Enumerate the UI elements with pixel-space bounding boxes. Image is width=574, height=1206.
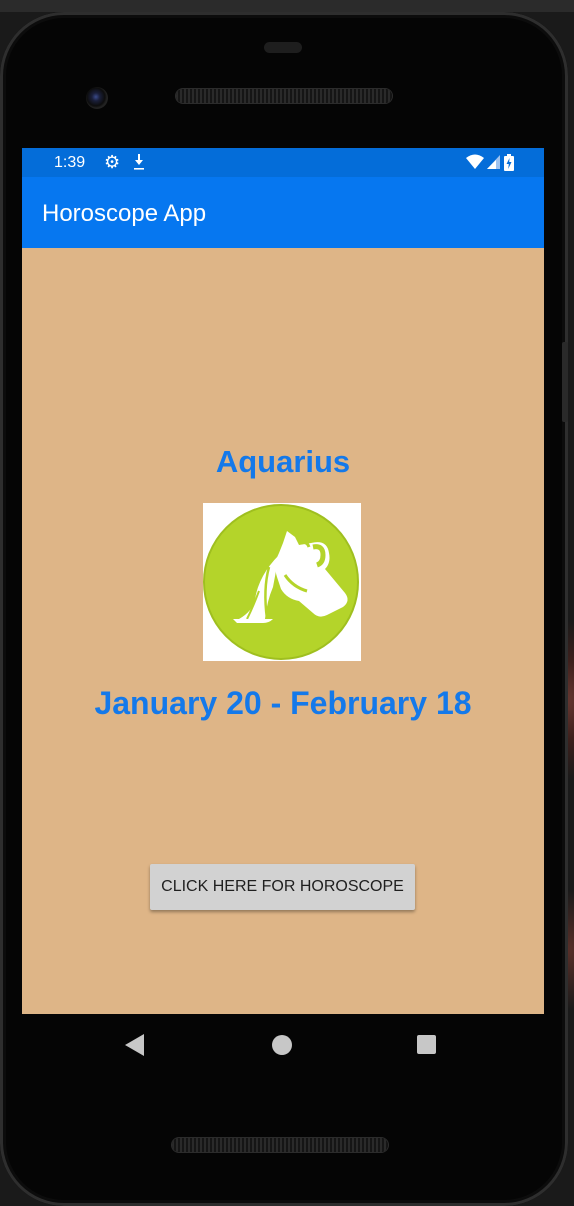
battery-icon	[504, 153, 514, 171]
status-time: 1:39	[54, 154, 86, 171]
recents-icon[interactable]	[417, 1035, 436, 1054]
cellular-signal-icon	[487, 155, 500, 169]
status-icons-right	[466, 153, 514, 171]
aquarius-icon	[203, 504, 359, 660]
download-icon	[134, 154, 144, 170]
navigation-bar	[22, 1014, 544, 1076]
status-bar: 1:39 ⚙	[22, 148, 544, 177]
front-camera	[86, 87, 108, 109]
zodiac-sign-name: Aquarius	[215, 444, 351, 479]
app-title: Horoscope App	[42, 200, 207, 227]
home-icon[interactable]	[272, 1035, 292, 1055]
zodiac-date-range: January 20 - February 18	[94, 685, 472, 721]
app-bar: Horoscope App	[22, 177, 544, 248]
bottom-speaker	[172, 1138, 388, 1152]
main-content: Aquarius January 20 - February 18 CLICK …	[22, 248, 544, 1014]
power-button	[562, 342, 568, 422]
zodiac-sign-image	[203, 503, 361, 661]
back-icon[interactable]	[125, 1034, 144, 1056]
horoscope-button[interactable]: CLICK HERE FOR HOROSCOPE	[150, 864, 415, 910]
top-speaker	[176, 89, 392, 103]
top-sensor	[264, 42, 302, 53]
wifi-icon	[466, 154, 484, 169]
phone-screen: 1:39 ⚙ Horoscope App Aquarius January 20…	[22, 148, 544, 1014]
gear-icon: ⚙	[104, 152, 121, 172]
